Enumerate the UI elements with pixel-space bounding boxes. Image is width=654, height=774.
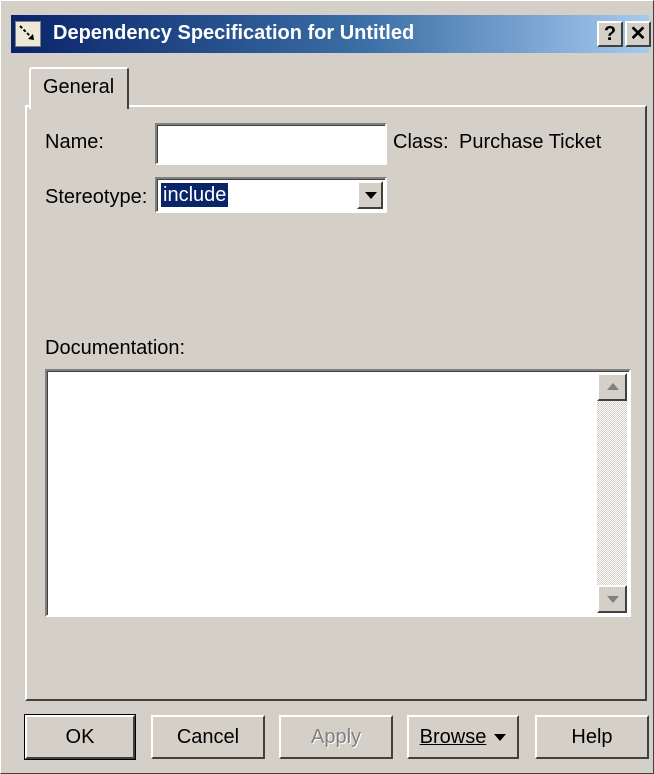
documentation-label: Documentation: — [45, 337, 186, 359]
stereotype-select[interactable]: include — [155, 177, 387, 213]
help-title-button[interactable]: ? — [597, 21, 623, 47]
chevron-down-icon — [494, 734, 507, 742]
stereotype-value: include — [161, 183, 229, 207]
tab-general-label: General — [43, 76, 115, 98]
question-icon: ? — [603, 23, 617, 45]
scroll-down-icon — [607, 596, 619, 603]
class-label: Class: — [393, 131, 449, 153]
apply-button[interactable]: Apply — [279, 715, 393, 759]
browse-button[interactable]: Browse — [407, 715, 519, 759]
dialog-window: Dependency Specification for Untitled ? … — [0, 0, 654, 774]
class-value: Purchase Ticket — [459, 131, 602, 153]
close-button[interactable]: ✕ — [625, 21, 651, 47]
chevron-down-icon — [365, 192, 377, 199]
browse-label: Browse — [419, 726, 487, 748]
scroll-down-button[interactable] — [597, 585, 627, 613]
dependency-icon — [15, 21, 41, 47]
documentation-scrollbar[interactable] — [597, 373, 627, 613]
scroll-up-button[interactable] — [597, 373, 627, 401]
name-label: Name: — [45, 131, 104, 153]
cancel-button[interactable]: Cancel — [151, 715, 265, 759]
help-button[interactable]: Help — [535, 715, 649, 759]
documentation-textarea[interactable] — [45, 369, 631, 617]
window-title: Dependency Specification for Untitled — [53, 22, 415, 44]
close-icon: ✕ — [629, 23, 647, 45]
ok-button[interactable]: OK — [24, 714, 136, 760]
name-input[interactable] — [155, 123, 387, 165]
stereotype-label: Stereotype: — [45, 186, 148, 208]
stereotype-dropdown-button[interactable] — [357, 181, 383, 209]
scroll-up-icon — [607, 383, 619, 390]
tab-general[interactable]: General — [29, 67, 129, 109]
title-bar[interactable]: Dependency Specification for Untitled ? … — [11, 15, 651, 53]
